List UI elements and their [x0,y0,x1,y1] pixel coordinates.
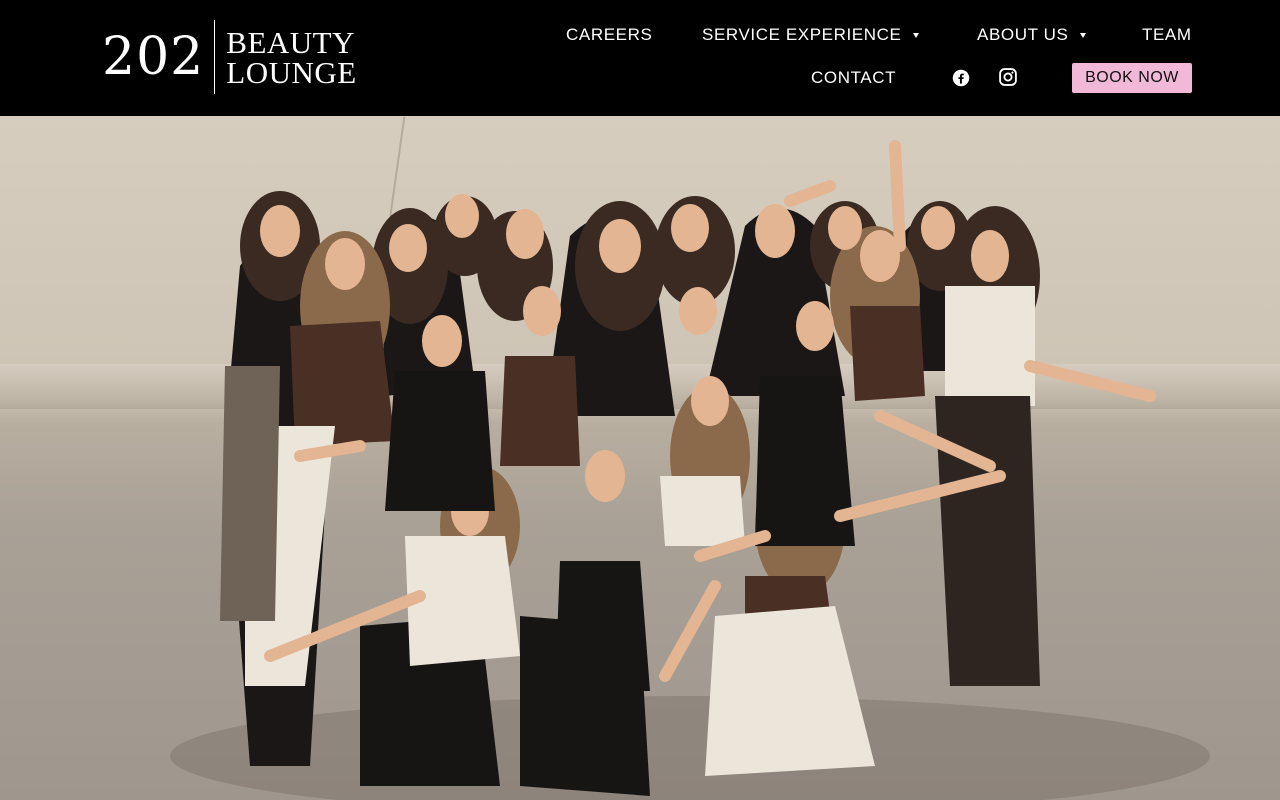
team-group-image [170,140,1210,800]
nav-service-experience[interactable]: SERVICE EXPERIENCE [702,25,920,45]
nav-contact[interactable]: CONTACT [811,68,896,88]
hero-team-photo [0,116,1280,800]
nav-careers-label: CAREERS [566,25,653,44]
nav-careers[interactable]: CAREERS [566,25,652,45]
logo-line-beauty: BEAUTY [226,25,355,60]
instagram-icon[interactable] [998,67,1018,87]
facebook-icon[interactable] [951,68,971,88]
chevron-down-icon [913,32,920,38]
logo-line-lounge: LOUNGE [226,55,357,90]
logo-number: 202 [102,27,205,87]
nav-about-us-label: ABOUT US [977,25,1069,44]
nav-team-label: TEAM [1142,25,1192,44]
site-header: 202 BEAUTY LOUNGE CAREERS SERVICE EXPERI… [0,0,1280,116]
logo-wordmark: BEAUTY LOUNGE [226,26,356,88]
nav-about-us[interactable]: ABOUT US [977,25,1087,45]
nav-team[interactable]: TEAM [1142,25,1192,45]
nav-contact-label: CONTACT [811,68,897,87]
nav-service-experience-label: SERVICE EXPERIENCE [702,25,902,44]
logo-divider [214,20,216,94]
book-now-button[interactable]: BOOK NOW [1072,63,1192,93]
chevron-down-icon [1080,32,1087,38]
brand-logo[interactable]: 202 BEAUTY LOUNGE [102,20,357,94]
